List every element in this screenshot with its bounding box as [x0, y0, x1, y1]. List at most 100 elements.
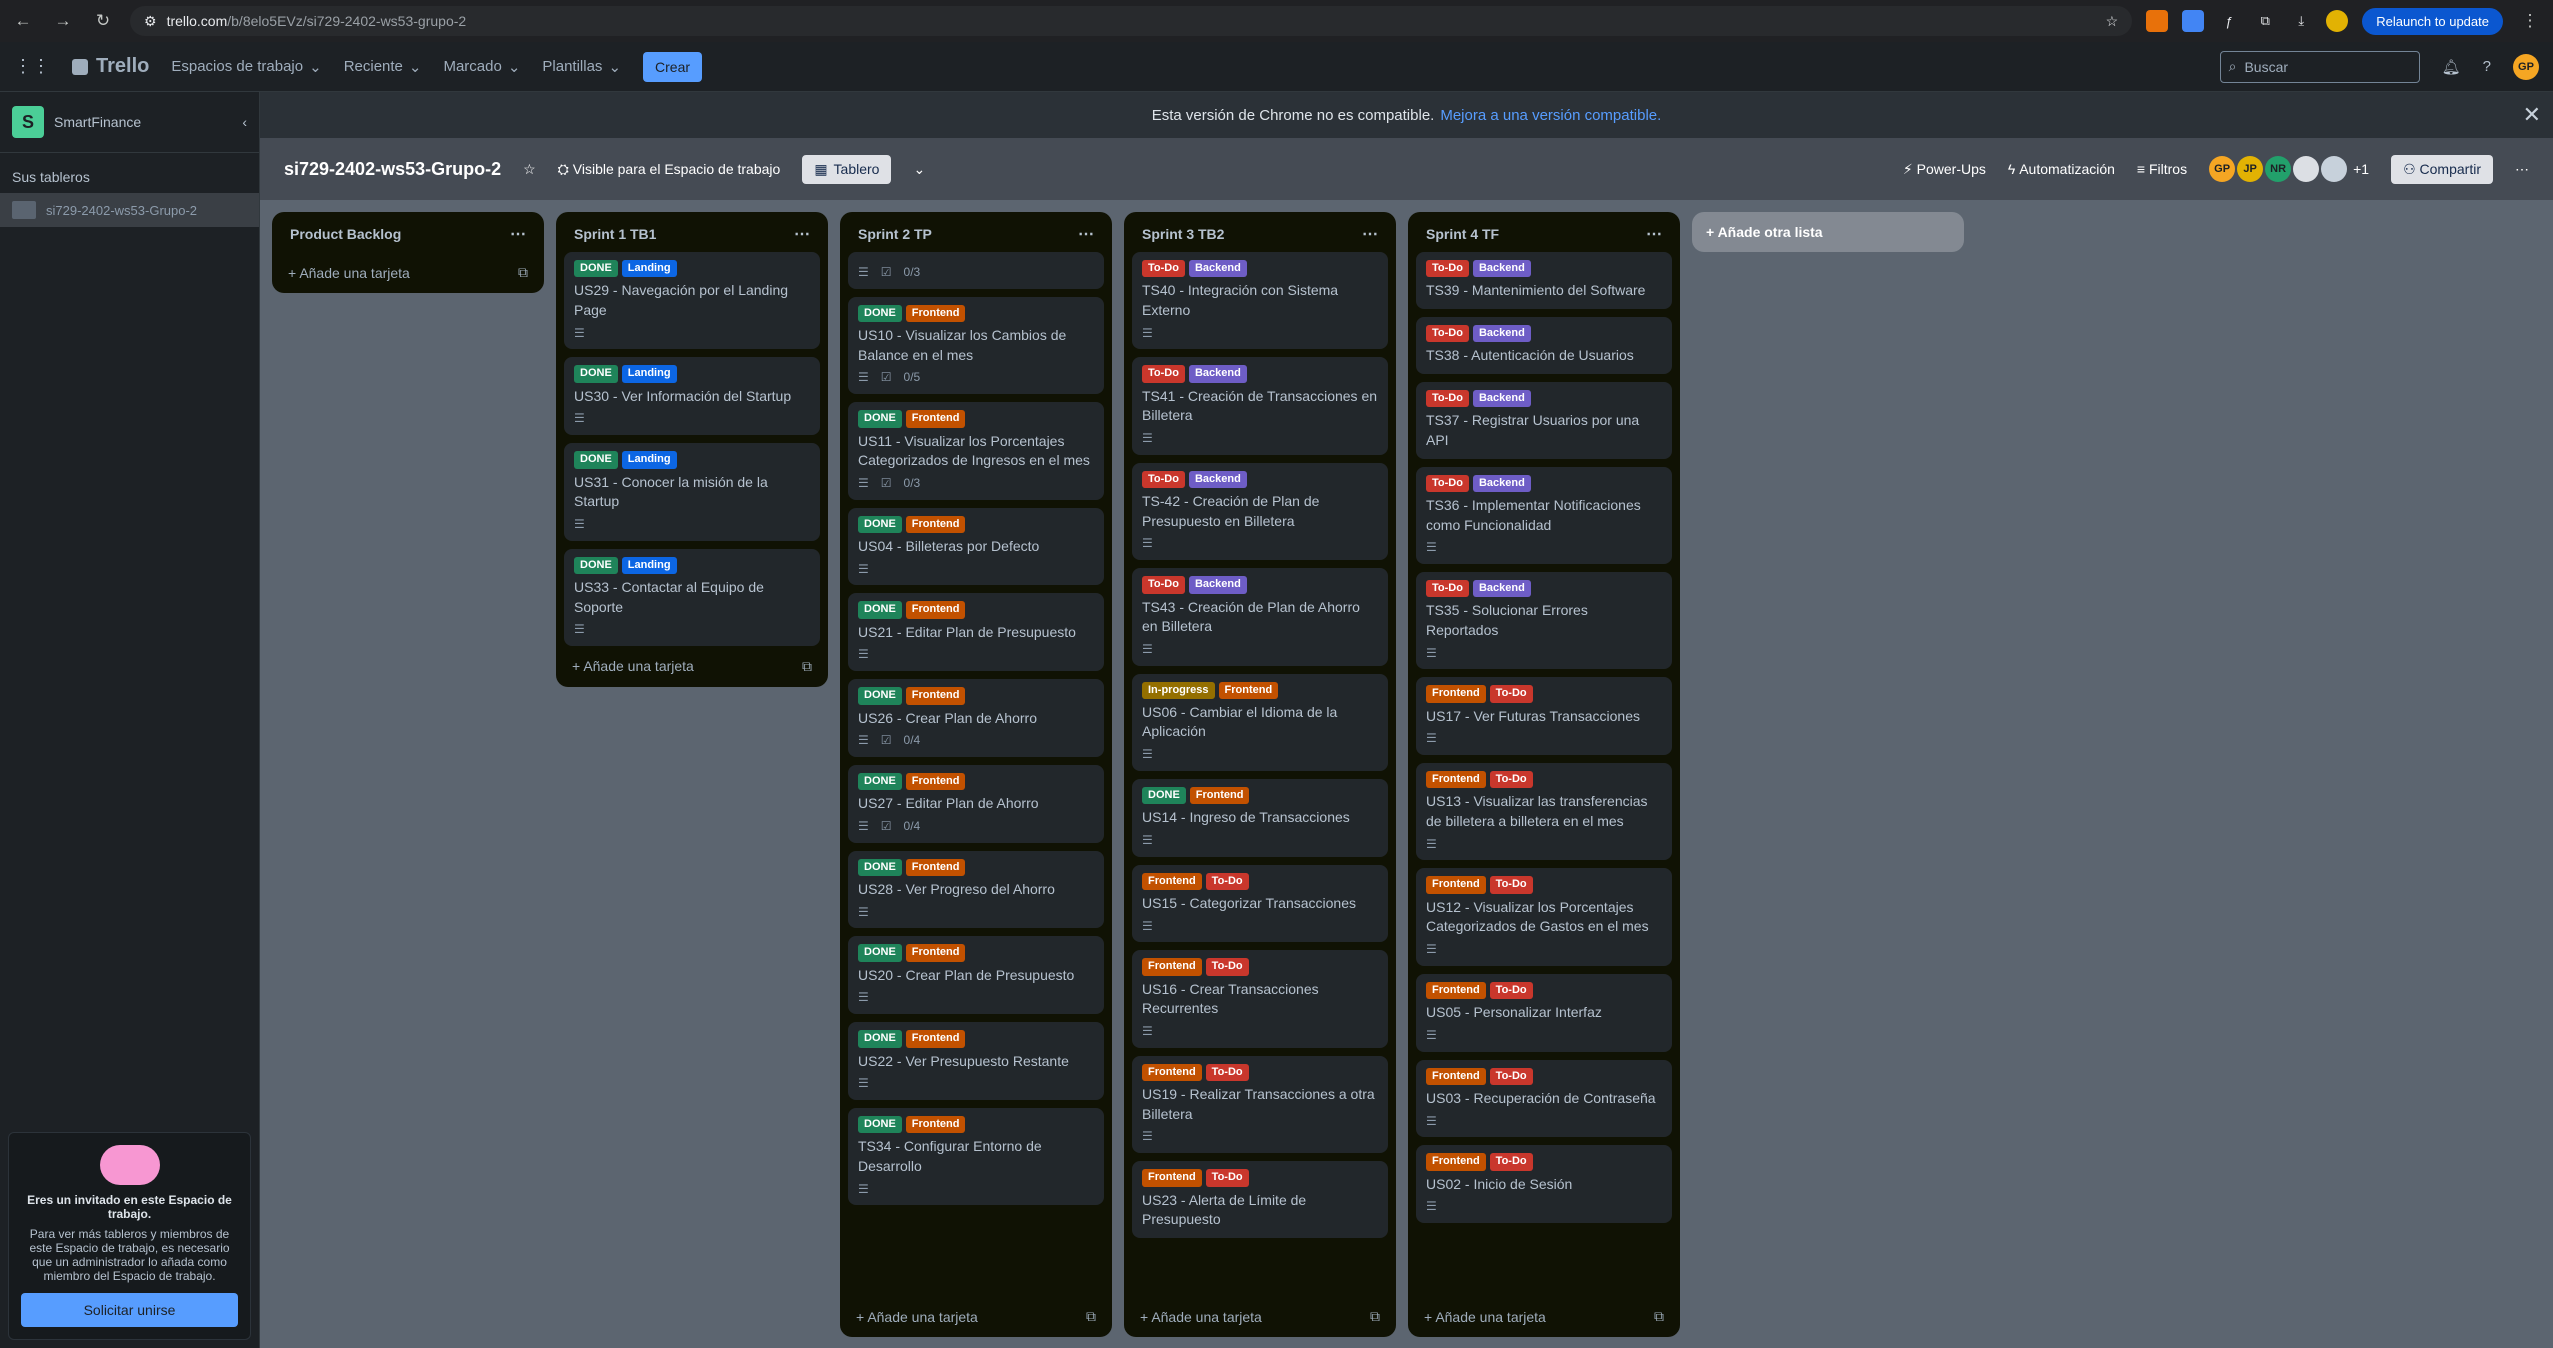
card[interactable]: ☰ ☑ 0/3 [848, 252, 1104, 289]
list-header[interactable]: Sprint 2 TP ⋯ [846, 212, 1106, 252]
search-input[interactable]: ⌕ Buscar [2219, 50, 2420, 83]
card-label[interactable]: To-Do [1489, 685, 1533, 703]
card-label[interactable]: DONE [858, 515, 902, 533]
list-title[interactable]: Sprint 2 TP [858, 226, 932, 242]
card-label[interactable]: DONE [858, 858, 902, 877]
card-label[interactable]: DONE [574, 365, 618, 383]
list-title[interactable]: Product Backlog [290, 226, 401, 242]
card[interactable]: To-Do Backend TS-42 - Creación de Plan de … [1132, 462, 1388, 561]
extra-members-count[interactable]: +1 [2353, 161, 2369, 177]
add-list-button[interactable]: + Añade otra lista [1692, 212, 1964, 252]
account-avatar[interactable]: GP [2513, 53, 2539, 80]
extension-icon[interactable] [2182, 10, 2205, 32]
list-menu-icon[interactable]: ⋯ [1362, 224, 1378, 244]
card-label[interactable]: Backend [1188, 260, 1247, 278]
share-button[interactable]: ⚇ Compartir [2391, 154, 2493, 184]
list-menu-icon[interactable]: ⋯ [1646, 224, 1662, 244]
card-label[interactable]: Frontend [905, 304, 966, 323]
card-label[interactable]: To-Do [1205, 872, 1249, 891]
menu-recent[interactable]: Reciente ⌄ [344, 58, 422, 76]
list-header[interactable]: Sprint 4 TF ⋯ [1414, 212, 1674, 252]
card-label[interactable]: To-Do [1426, 260, 1469, 278]
card[interactable]: DONE Frontend US14 - Ingreso de Transaccio… [1132, 778, 1388, 857]
card-label[interactable]: Frontend [905, 601, 966, 619]
card-label[interactable]: Landing [621, 365, 677, 383]
card[interactable]: DONE Frontend US28 - Ver Progreso del Ahor… [848, 850, 1104, 929]
download-icon[interactable]: ⤓ [2290, 10, 2312, 32]
card-label[interactable]: Frontend [1189, 786, 1250, 805]
board-title[interactable]: si729-2402-ws53-Grupo-2 [284, 159, 501, 180]
card-label[interactable]: Frontend [1142, 1063, 1202, 1082]
card-label[interactable]: Frontend [905, 410, 966, 428]
card-label[interactable]: Backend [1472, 324, 1531, 343]
list-menu-icon[interactable]: ⋯ [794, 224, 810, 244]
card[interactable]: Frontend To-Do US12 - Visualizar los Porce… [1416, 868, 1672, 966]
help-icon[interactable]: ? [2483, 58, 2491, 75]
forward-icon[interactable]: → [50, 8, 76, 34]
card-label[interactable]: To-Do [1142, 365, 1185, 383]
card[interactable]: Frontend To-Do US02 - Inicio de Sesión ☰ [1416, 1145, 1672, 1224]
card-label[interactable]: Frontend [1142, 1169, 1202, 1187]
card-label[interactable]: To-Do [1205, 958, 1249, 976]
list-title[interactable]: Sprint 4 TF [1426, 226, 1499, 242]
menu-templates[interactable]: Plantillas ⌄ [542, 58, 621, 76]
card-label[interactable]: Frontend [905, 858, 966, 877]
card[interactable]: DONE Frontend US10 - Visualizar los Cambio… [848, 296, 1104, 395]
card[interactable]: DONE Frontend US11 - Visualizar los Porcen… [848, 402, 1104, 500]
card-label[interactable]: DONE [574, 451, 618, 469]
card-label[interactable]: Landing [621, 556, 677, 574]
menu-workspaces[interactable]: Espacios de trabajo ⌄ [171, 58, 321, 76]
list-header[interactable]: Sprint 3 TB2 ⋯ [1130, 212, 1390, 252]
menu-icon[interactable]: ⋮ [2517, 8, 2543, 34]
card-label[interactable]: DONE [858, 410, 902, 428]
add-card-button[interactable]: + Añade una tarjeta ⧉ [846, 1296, 1106, 1329]
card-label[interactable]: To-Do [1426, 474, 1469, 492]
card-label[interactable]: Frontend [905, 515, 966, 533]
list-title[interactable]: Sprint 3 TB2 [1142, 226, 1224, 242]
card[interactable]: To-Do Backend TS41 - Creación de Transacci… [1132, 357, 1388, 455]
card-label[interactable]: Backend [1188, 576, 1247, 594]
list-header[interactable]: Product Backlog ⋯ [278, 212, 538, 252]
create-button[interactable]: Crear [643, 51, 703, 82]
card-label[interactable]: Backend [1472, 389, 1531, 408]
member-avatar[interactable]: GP [2209, 156, 2236, 182]
card[interactable]: DONE Frontend US20 - Crear Plan de Presupu… [848, 936, 1104, 1015]
trello-logo[interactable]: Trello [72, 55, 149, 78]
card-label[interactable]: Frontend [1142, 872, 1202, 891]
card[interactable]: DONE Landing US30 - Ver Información del St… [564, 357, 820, 436]
card[interactable]: DONE Landing US29 - Navegación por el Land… [564, 252, 820, 350]
template-card-icon[interactable]: ⧉ [1654, 1308, 1664, 1325]
workspace-header[interactable]: S SmartFinance ‹ [0, 92, 259, 153]
extension-icon[interactable] [2146, 10, 2169, 32]
list-menu-icon[interactable]: ⋯ [510, 224, 526, 244]
card-label[interactable]: Landing [621, 260, 677, 278]
site-info-icon[interactable]: ⚙ [144, 13, 157, 30]
member-avatar[interactable] [2321, 156, 2348, 182]
card[interactable]: DONE Frontend US04 - Billeteras por Defect… [848, 507, 1104, 586]
card-label[interactable]: Frontend [1426, 685, 1486, 703]
bookmark-star-icon[interactable]: ☆ [2106, 13, 2119, 30]
card[interactable]: Frontend To-Do US17 - Ver Futuras Transacc… [1416, 677, 1672, 756]
card-label[interactable]: To-Do [1426, 324, 1469, 343]
card-label[interactable]: Frontend [1218, 681, 1279, 699]
list-menu-icon[interactable]: ⋯ [1078, 224, 1094, 244]
template-card-icon[interactable]: ⧉ [802, 658, 812, 675]
card-label[interactable]: To-Do [1489, 771, 1533, 789]
template-card-icon[interactable]: ⧉ [518, 264, 528, 281]
card-label[interactable]: DONE [1142, 786, 1186, 805]
template-card-icon[interactable]: ⧉ [1086, 1308, 1096, 1325]
card-label[interactable]: Frontend [1426, 981, 1486, 1000]
card-label[interactable]: DONE [858, 1116, 902, 1134]
card[interactable]: To-Do Backend TS43 - Creación de Plan de A… [1132, 568, 1388, 666]
card-label[interactable]: Frontend [1426, 876, 1486, 894]
card-label[interactable]: Frontend [905, 772, 966, 791]
powerups-button[interactable]: ⚡︎ Power-Ups [1903, 161, 1986, 178]
card-label[interactable]: To-Do [1142, 260, 1185, 278]
collapse-sidebar-icon[interactable]: ‹ [242, 114, 247, 130]
card[interactable]: DONE Landing US33 - Contactar al Equipo de… [564, 548, 820, 646]
card[interactable]: Frontend To-Do US23 - Alerta de Límite de … [1132, 1161, 1388, 1238]
card-label[interactable]: DONE [858, 304, 902, 323]
card-label[interactable]: To-Do [1489, 981, 1533, 1000]
visibility-button[interactable]: ⛭ Visible para el Espacio de trabajo [558, 161, 781, 178]
card-label[interactable]: To-Do [1205, 1063, 1249, 1082]
